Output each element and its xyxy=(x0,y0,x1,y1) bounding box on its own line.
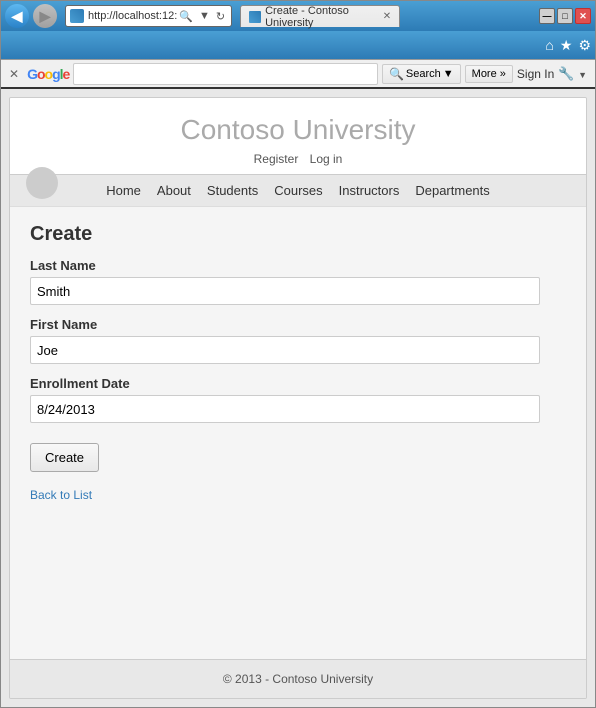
back-to-list-link[interactable]: Back to List xyxy=(30,488,566,502)
create-button[interactable]: Create xyxy=(30,443,99,472)
tab-bar: Create - Contoso University ✕ xyxy=(240,5,400,27)
address-refresh-btn[interactable]: ↻ xyxy=(214,10,227,23)
home-icon[interactable]: ⌂ xyxy=(545,37,553,53)
site-footer: © 2013 - Contoso University xyxy=(10,659,586,698)
back-button[interactable]: ◀ xyxy=(5,4,29,28)
tab-label: Create - Contoso University xyxy=(265,5,379,29)
enrollment-date-group: Enrollment Date xyxy=(30,376,566,423)
google-wrench-button[interactable]: 🔧 ▼ xyxy=(558,66,587,82)
first-name-input[interactable] xyxy=(30,336,540,364)
minimize-button[interactable]: — xyxy=(539,8,555,24)
favorites-icon[interactable]: ★ xyxy=(560,37,573,54)
address-text: http://localhost:12: xyxy=(88,10,177,22)
close-button[interactable]: ✕ xyxy=(575,8,591,24)
site-header: Contoso University Register Log in Home … xyxy=(10,98,586,207)
site-body: Create Last Name First Name Enrollment D… xyxy=(10,207,586,659)
tab-favicon xyxy=(249,11,261,23)
address-search-btn[interactable]: 🔍 xyxy=(177,10,195,23)
nav-about[interactable]: About xyxy=(157,183,191,198)
first-name-label: First Name xyxy=(30,317,566,332)
google-signin-button[interactable]: Sign In xyxy=(517,67,554,81)
enrollment-date-input[interactable] xyxy=(30,395,540,423)
last-name-label: Last Name xyxy=(30,258,566,273)
address-favicon xyxy=(70,9,84,23)
window-controls: — □ ✕ xyxy=(539,8,591,24)
address-dropdown-btn[interactable]: ▼ xyxy=(197,10,212,23)
login-link[interactable]: Log in xyxy=(310,152,343,166)
page-content: Contoso University Register Log in Home … xyxy=(1,89,595,707)
site-nav: Home About Students Courses Instructors … xyxy=(10,174,586,206)
title-bar: ◀ ▶ http://localhost:12: 🔍 ▼ ↻ Create - … xyxy=(1,1,595,31)
nav-courses[interactable]: Courses xyxy=(274,183,322,198)
nav-home[interactable]: Home xyxy=(106,183,141,198)
site-title: Contoso University xyxy=(10,114,586,146)
google-logo: Google xyxy=(27,66,69,82)
enrollment-date-label: Enrollment Date xyxy=(30,376,566,391)
first-name-group: First Name xyxy=(30,317,566,364)
active-tab[interactable]: Create - Contoso University ✕ xyxy=(240,5,400,27)
site-auth-links: Register Log in xyxy=(10,152,586,166)
form-title: Create xyxy=(30,223,566,246)
footer-copyright: © 2013 - Contoso University xyxy=(223,672,373,686)
nav-students[interactable]: Students xyxy=(207,183,258,198)
toolbar-icons: ⌂ ★ ⚙ xyxy=(545,37,591,54)
google-bar: ✕ Google 🔍 Search ▼ More » Sign In 🔧 ▼ xyxy=(1,59,595,89)
site-container: Contoso University Register Log in Home … xyxy=(9,97,587,699)
address-bar[interactable]: http://localhost:12: 🔍 ▼ ↻ xyxy=(65,5,232,27)
google-close-btn[interactable]: ✕ xyxy=(9,67,19,81)
nav-circle-decoration xyxy=(26,167,58,199)
nav-departments[interactable]: Departments xyxy=(415,183,489,198)
address-actions: 🔍 ▼ ↻ xyxy=(177,10,227,23)
title-bar-left: ◀ ▶ http://localhost:12: 🔍 ▼ ↻ Create - … xyxy=(5,4,400,28)
last-name-group: Last Name xyxy=(30,258,566,305)
google-search-button[interactable]: 🔍 Search ▼ xyxy=(382,64,461,84)
google-search-input[interactable] xyxy=(73,63,378,85)
settings-icon[interactable]: ⚙ xyxy=(578,37,591,54)
tab-close-button[interactable]: ✕ xyxy=(383,11,391,22)
toolbar-row: ⌂ ★ ⚙ xyxy=(1,31,595,59)
browser-window: ◀ ▶ http://localhost:12: 🔍 ▼ ↻ Create - … xyxy=(0,0,596,708)
maximize-button[interactable]: □ xyxy=(557,8,573,24)
last-name-input[interactable] xyxy=(30,277,540,305)
google-more-button[interactable]: More » xyxy=(465,65,513,83)
forward-button[interactable]: ▶ xyxy=(33,4,57,28)
register-link[interactable]: Register xyxy=(254,152,299,166)
nav-instructors[interactable]: Instructors xyxy=(339,183,400,198)
